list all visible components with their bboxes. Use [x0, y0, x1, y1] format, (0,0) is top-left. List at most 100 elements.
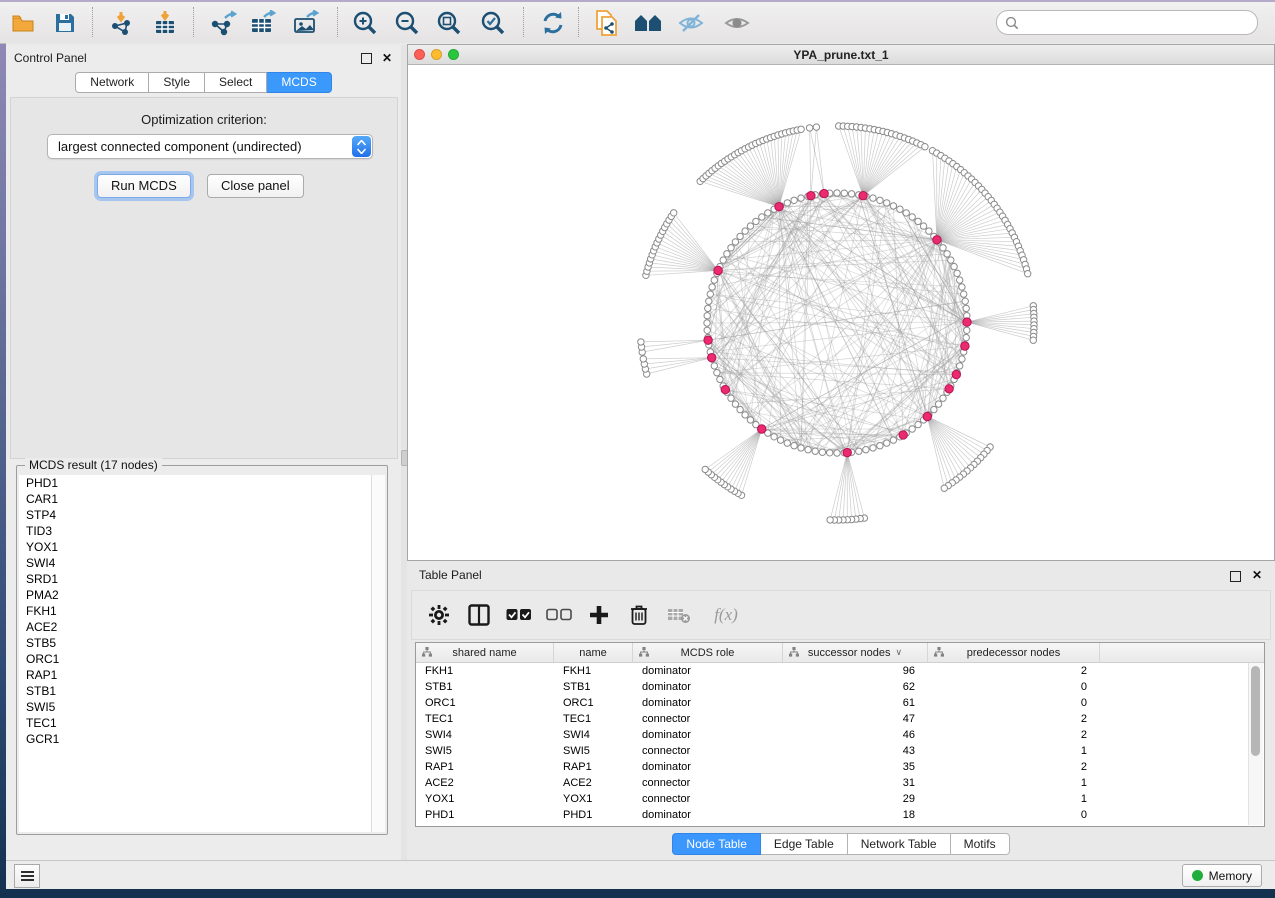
- graph-node[interactable]: [884, 440, 890, 446]
- mcds-result-item[interactable]: PHD1: [19, 475, 371, 491]
- graph-node[interactable]: [841, 190, 847, 196]
- graph-mcds-node[interactable]: [961, 342, 969, 350]
- export-image-icon[interactable]: [289, 8, 323, 37]
- open-file-icon[interactable]: [6, 8, 40, 37]
- graph-node[interactable]: [963, 334, 969, 340]
- mcds-result-item[interactable]: TEC1: [19, 715, 371, 731]
- deselect-all-icon[interactable]: [546, 602, 572, 628]
- network-window-titlebar[interactable]: YPA_prune.txt_1: [408, 45, 1274, 65]
- mcds-result-item[interactable]: CAR1: [19, 491, 371, 507]
- graph-node[interactable]: [897, 206, 903, 212]
- mcds-result-item[interactable]: SWI4: [19, 555, 371, 571]
- tab-network-table[interactable]: Network Table: [848, 833, 951, 855]
- mcds-result-item[interactable]: STB1: [19, 683, 371, 699]
- tab-style[interactable]: Style: [149, 72, 205, 93]
- graph-node[interactable]: [877, 443, 883, 449]
- zoom-fit-icon[interactable]: [432, 8, 466, 37]
- table-row[interactable]: YOX1YOX1connector291: [416, 791, 1264, 807]
- graph-mcds-node[interactable]: [708, 354, 716, 362]
- graph-node[interactable]: [909, 214, 915, 220]
- graph-mcds-node[interactable]: [963, 318, 971, 326]
- graph-node[interactable]: [711, 363, 717, 369]
- graph-mcds-node[interactable]: [899, 431, 907, 439]
- graph-node[interactable]: [940, 245, 946, 251]
- graph-satellite-node[interactable]: [922, 144, 928, 150]
- graph-node[interactable]: [732, 239, 738, 245]
- graph-mcds-node[interactable]: [952, 370, 960, 378]
- tab-select[interactable]: Select: [205, 72, 267, 93]
- graph-node[interactable]: [753, 218, 759, 224]
- graph-node[interactable]: [962, 298, 968, 304]
- table-row[interactable]: SWI4SWI4dominator462: [416, 727, 1264, 743]
- graph-node[interactable]: [915, 421, 921, 427]
- graph-mcds-node[interactable]: [758, 425, 766, 433]
- graph-node[interactable]: [920, 223, 926, 229]
- node-table[interactable]: shared namenameMCDS rolesuccessor nodes∨…: [415, 642, 1265, 827]
- graph-node[interactable]: [805, 447, 811, 453]
- graph-mcds-node[interactable]: [807, 192, 815, 200]
- graph-node[interactable]: [954, 270, 960, 276]
- graph-node[interactable]: [742, 228, 748, 234]
- tab-edge-table[interactable]: Edge Table: [761, 833, 848, 855]
- graph-node[interactable]: [819, 449, 825, 455]
- graph-node[interactable]: [714, 370, 720, 376]
- tab-mcds[interactable]: MCDS: [267, 72, 331, 93]
- task-history-button[interactable]: [14, 864, 40, 888]
- graph-node[interactable]: [728, 395, 734, 401]
- graph-node[interactable]: [777, 437, 783, 443]
- graph-node[interactable]: [957, 363, 963, 369]
- graph-node[interactable]: [724, 251, 730, 257]
- graph-node[interactable]: [959, 356, 965, 362]
- graph-mcds-node[interactable]: [923, 412, 931, 420]
- graph-node[interactable]: [944, 251, 950, 257]
- tab-motifs[interactable]: Motifs: [951, 833, 1010, 855]
- graph-node[interactable]: [711, 277, 717, 283]
- graph-node[interactable]: [791, 197, 797, 203]
- table-row[interactable]: SWI5SWI5connector431: [416, 743, 1264, 759]
- mcds-result-item[interactable]: STP4: [19, 507, 371, 523]
- graph-node[interactable]: [747, 223, 753, 229]
- graph-satellite-node[interactable]: [827, 517, 833, 523]
- graph-node[interactable]: [848, 191, 854, 197]
- add-row-icon[interactable]: [586, 602, 612, 628]
- graph-mcds-node[interactable]: [714, 266, 722, 274]
- graph-node[interactable]: [791, 443, 797, 449]
- table-settings-icon[interactable]: [426, 602, 452, 628]
- graph-satellite-node[interactable]: [638, 339, 644, 345]
- graph-node[interactable]: [884, 200, 890, 206]
- mcds-result-item[interactable]: GCR1: [19, 731, 371, 747]
- graph-node[interactable]: [964, 327, 970, 333]
- memory-button[interactable]: Memory: [1182, 864, 1262, 887]
- close-panel-icon[interactable]: ✕: [382, 53, 392, 63]
- table-row[interactable]: STB1STB1dominator620: [416, 679, 1264, 695]
- column-header-MCDS-role[interactable]: MCDS role: [633, 643, 783, 662]
- graph-node[interactable]: [926, 228, 932, 234]
- search-input[interactable]: [1019, 15, 1233, 31]
- graph-satellite-node[interactable]: [806, 125, 812, 131]
- graph-mcds-node[interactable]: [704, 336, 712, 344]
- graph-node[interactable]: [961, 291, 967, 297]
- graph-mcds-node[interactable]: [945, 385, 953, 393]
- column-header-predecessor-nodes[interactable]: predecessor nodes: [928, 643, 1100, 662]
- graph-mcds-node[interactable]: [859, 192, 867, 200]
- graph-node[interactable]: [742, 412, 748, 418]
- import-table-icon[interactable]: [148, 8, 182, 37]
- graph-satellite-node[interactable]: [941, 485, 947, 491]
- graph-node[interactable]: [705, 305, 711, 311]
- graph-satellite-node[interactable]: [671, 210, 677, 216]
- mcds-result-list[interactable]: PHD1CAR1STP4TID3YOX1SWI4SRD1PMA2FKH1ACE2…: [19, 475, 371, 832]
- tab-network[interactable]: Network: [75, 72, 149, 93]
- graph-node[interactable]: [732, 401, 738, 407]
- graph-node[interactable]: [812, 448, 818, 454]
- network-canvas[interactable]: [408, 64, 1274, 560]
- search-box[interactable]: [996, 10, 1258, 35]
- graph-node[interactable]: [957, 277, 963, 283]
- import-network-icon[interactable]: [104, 8, 138, 37]
- graph-node[interactable]: [747, 417, 753, 423]
- column-header-shared-name[interactable]: shared name: [416, 643, 554, 662]
- graph-node[interactable]: [856, 448, 862, 454]
- save-session-icon[interactable]: [48, 8, 82, 37]
- graph-satellite-node[interactable]: [813, 124, 819, 130]
- column-chooser-icon[interactable]: [466, 602, 492, 628]
- graph-node[interactable]: [870, 445, 876, 451]
